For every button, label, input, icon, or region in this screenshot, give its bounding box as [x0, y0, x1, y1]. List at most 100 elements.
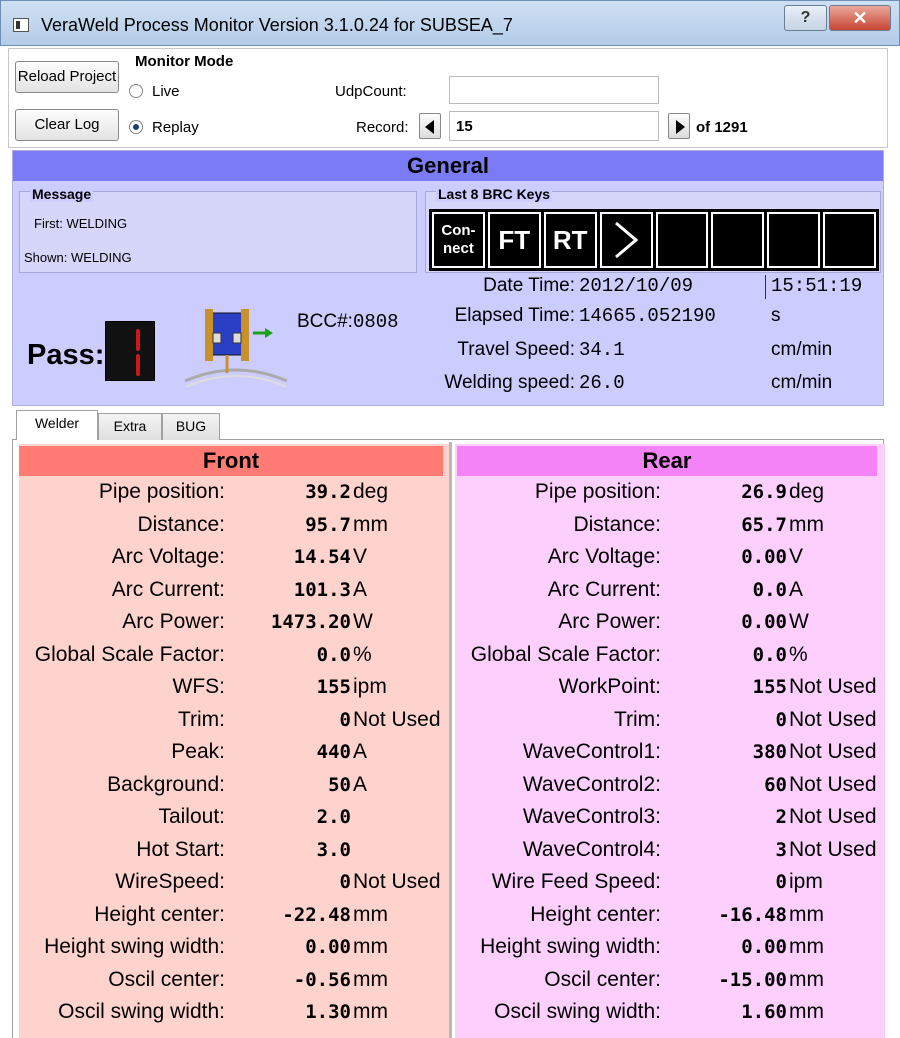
rear-row-value: 0.0: [752, 578, 787, 601]
brc-key-ft: FT: [487, 212, 541, 268]
rear-row-label: WaveControl3:: [522, 805, 661, 828]
front-row-unit: A: [353, 772, 368, 796]
elapsed-time-label: Elapsed Time:: [454, 305, 575, 326]
front-row-label: Trim:: [177, 707, 225, 731]
tab-welder[interactable]: Welder: [16, 410, 98, 441]
front-row-label: WFS:: [172, 675, 226, 698]
front-data-row: Height swing width: 0.00 mm: [19, 935, 449, 967]
bcc-value: 0808: [352, 311, 399, 333]
pass-digit-segment: [136, 329, 140, 351]
travel-speed-row: Travel Speed: 34.1 cm/min: [393, 339, 873, 369]
rear-row-unit: W: [789, 610, 809, 633]
message-first: First: WELDING: [34, 216, 128, 231]
front-row-label: Global Scale Factor:: [34, 642, 225, 666]
panel-divider[interactable]: [449, 442, 452, 1038]
tab-bug[interactable]: BUG: [162, 413, 220, 440]
welding-speed-unit: cm/min: [771, 372, 833, 393]
rear-row-value: 380: [752, 741, 787, 763]
rear-row-value: 0.0: [752, 643, 787, 666]
front-row-value: 101.3: [293, 578, 351, 601]
live-radio[interactable]: [129, 84, 143, 98]
rear-row-value: 1.60: [741, 1001, 787, 1023]
tab-extra[interactable]: Extra: [98, 413, 162, 440]
front-data-row: Hot Start: 3.0: [19, 838, 449, 870]
rear-data-row: WaveControl1: 380 Not Used: [455, 740, 885, 772]
rear-row-label: Arc Voltage:: [547, 545, 661, 568]
rear-data-row: WaveControl4: 3 Not Used: [455, 838, 885, 870]
bcc-field: BCC#:0808: [297, 311, 399, 333]
elapsed-time-value: 14665.052190: [579, 305, 716, 327]
close-button[interactable]: ✕: [829, 5, 891, 31]
rear-data-row: Oscil center: -15.00 mm: [455, 968, 885, 1000]
rear-row-unit: %: [789, 642, 808, 666]
front-row-label: Oscil swing width:: [58, 1000, 225, 1023]
front-row-unit: mm: [353, 512, 388, 536]
rear-row-value: 65.7: [741, 513, 787, 536]
rear-row-unit: Not Used: [789, 740, 877, 763]
rear-row-label: Height swing width:: [480, 935, 661, 958]
welding-speed-label: Welding speed:: [444, 372, 575, 393]
rear-row-unit: Not Used: [789, 772, 877, 796]
rear-row-label: Pipe position:: [534, 480, 661, 503]
rear-row-label: Distance:: [573, 512, 661, 536]
reload-project-button[interactable]: Reload Project: [15, 61, 119, 93]
previous-record-button[interactable]: [419, 113, 441, 139]
rear-row-unit: A: [789, 577, 804, 601]
rear-row-label: Trim:: [613, 707, 661, 731]
front-data-row: Arc Current: 101.3 A: [19, 578, 449, 610]
rear-data-row: Height swing width: 0.00 mm: [455, 935, 885, 967]
front-row-label: Background:: [107, 772, 225, 796]
rear-data-row: Global Scale Factor: 0.0%: [455, 643, 885, 675]
rear-row-value: 0.00: [741, 546, 787, 568]
front-row-unit: A: [353, 577, 368, 601]
front-row-value: 155: [316, 676, 351, 698]
brc-key-connect: Con-nect: [432, 212, 485, 268]
rear-row-unit: Not Used: [789, 675, 877, 698]
elapsed-time-unit: s: [771, 305, 781, 326]
help-button[interactable]: ?: [784, 5, 827, 31]
rear-row-unit: mm: [789, 935, 824, 958]
rear-row-label: WaveControl4:: [522, 837, 661, 861]
udp-count-field[interactable]: [449, 76, 659, 104]
rear-data-row: Arc Power: 0.00 W: [455, 610, 885, 642]
rear-data-row: Pipe position: 26.9 deg: [455, 480, 885, 512]
brc-key-empty: [767, 212, 821, 268]
replay-label[interactable]: Replay: [152, 119, 199, 136]
travel-speed-unit: cm/min: [771, 339, 833, 360]
live-label[interactable]: Live: [152, 83, 180, 100]
rear-row-label: Arc Current:: [547, 577, 661, 601]
record-field[interactable]: 15: [449, 111, 659, 141]
front-row-value: 1.30: [305, 1001, 351, 1023]
app-icon: [13, 18, 29, 32]
front-data-row: Peak: 440 A: [19, 740, 449, 772]
brc-key-empty: [711, 212, 765, 268]
next-record-button[interactable]: [668, 113, 690, 139]
rear-row-unit: ipm: [789, 870, 823, 893]
front-data-row: Height center: -22.48 mm: [19, 903, 449, 935]
rear-data-row: Trim: 0 Not Used: [455, 708, 885, 740]
rear-row-unit: Not Used: [789, 707, 877, 731]
rear-row-unit: mm: [789, 902, 824, 926]
record-total: of 1291: [696, 119, 748, 136]
message-shown: Shown: WELDING: [24, 250, 132, 265]
clear-log-button[interactable]: Clear Log: [15, 109, 119, 141]
brc-key-rt: RT: [543, 212, 597, 268]
front-row-label: Tailout:: [158, 805, 225, 828]
front-data-row: Background: 50 A: [19, 773, 449, 805]
front-title: Front: [19, 446, 443, 476]
welding-speed-row: Welding speed: 26.0 cm/min: [393, 372, 873, 402]
replay-radio[interactable]: [129, 120, 143, 134]
rear-row-label: Wire Feed Speed:: [491, 870, 661, 893]
welder-tab-content: Front Pipe position: 39.2 deg Distance: 95.7…: [12, 440, 885, 1038]
brc-keys-title: Last 8 BRC Keys: [436, 186, 553, 202]
pass-digit-segment: [136, 354, 140, 376]
monitor-mode-label: Monitor Mode: [135, 53, 234, 70]
front-row-unit: mm: [353, 1000, 388, 1023]
rear-data-row: Distance: 65.7 mm: [455, 513, 885, 545]
front-row-label: Arc Power:: [122, 610, 225, 633]
title-bar: VeraWeld Process Monitor Version 3.1.0.2…: [0, 0, 900, 46]
rear-row-unit: Not Used: [789, 837, 877, 861]
weld-head-icon: [184, 309, 288, 388]
front-row-value: 39.2: [305, 481, 351, 503]
front-row-value: 0: [339, 871, 351, 893]
